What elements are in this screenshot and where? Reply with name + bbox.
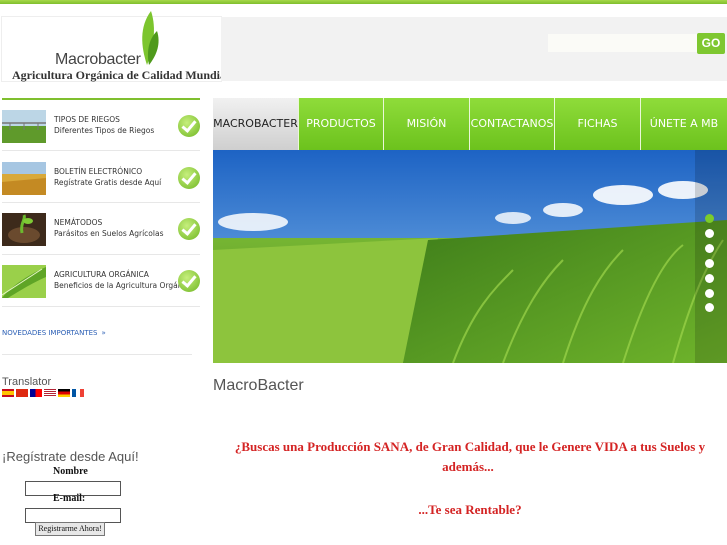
france-flag-icon[interactable] <box>72 389 84 397</box>
email-label: E-mail: <box>53 493 86 504</box>
sidebar-item-title: AGRICULTURA ORGÁNICA <box>54 270 149 279</box>
sidebar-item-agricultura[interactable]: AGRICULTURA ORGÁNICA Beneficios de la Ag… <box>2 256 202 302</box>
register-button[interactable]: Registrarme Ahora! <box>35 522 105 536</box>
site-logo[interactable]: Macrobacter Agricultura Orgánica de Cali… <box>2 11 229 82</box>
nav-item-productos[interactable]: PRODUCTOS <box>299 98 384 150</box>
sidebar-item-riegos[interactable]: TIPOS DE RIEGOS Diferentes Tipos de Rieg… <box>2 101 202 147</box>
brand-tagline: Agricultura Orgánica de Calidad Mundial <box>12 68 230 82</box>
sidebar-item-title: BOLETÍN ELECTRÓNICO <box>54 167 143 176</box>
china-flag-icon[interactable] <box>16 389 28 397</box>
promo-line-2: además... <box>442 459 494 474</box>
usa-flag-icon[interactable] <box>44 389 56 397</box>
divider <box>2 306 200 307</box>
page-title: MacroBacter <box>213 377 304 394</box>
taiwan-flag-icon[interactable] <box>30 389 42 397</box>
slider-dot[interactable] <box>705 259 714 268</box>
main-nav: MACROBACTER PRODUCTOS MISIÓN CONTACTANOS… <box>213 98 727 150</box>
nav-item-unete[interactable]: ÚNETE A MB <box>641 98 727 150</box>
slider-dot[interactable] <box>705 244 714 253</box>
germany-flag-icon[interactable] <box>58 389 70 397</box>
nav-item-contactanos[interactable]: CONTACTANOS <box>470 98 555 150</box>
nav-item-macrobacter[interactable]: MACROBACTER <box>213 98 299 150</box>
slider-dot[interactable] <box>705 303 714 312</box>
spain-flag-icon[interactable] <box>2 389 14 397</box>
sidebar-item-subtitle: Regístrate Gratis desde Aquí <box>54 178 162 187</box>
irrigation-thumbnail <box>2 110 46 143</box>
divider <box>2 254 200 255</box>
sidebar-item-boletin[interactable]: BOLETÍN ELECTRÓNICO Regístrate Gratis de… <box>2 153 202 199</box>
leaf-thumbnail <box>2 265 46 298</box>
promo-line-1: ¿Buscas una Producción SANA, de Gran Cal… <box>234 439 706 454</box>
registration-title: ¡Regístrate desde Aquí! <box>2 449 139 464</box>
news-link-label[interactable]: NOVEDADES IMPORTANTES <box>2 329 97 337</box>
check-icon[interactable] <box>178 270 200 292</box>
name-label: Nombre <box>53 466 88 477</box>
sidebar-item-subtitle: Diferentes Tipos de Riegos <box>54 126 155 135</box>
news-link[interactable]: NOVEDADES IMPORTANTES » <box>2 329 106 337</box>
soil-hands-thumbnail <box>2 213 46 246</box>
nav-item-mision[interactable]: MISIÓN <box>384 98 470 150</box>
translator-label: Translator <box>2 376 52 388</box>
double-arrow-right-icon: » <box>101 329 106 337</box>
hero-banner-image <box>213 150 727 363</box>
search-input[interactable] <box>548 34 702 52</box>
language-flags <box>2 389 86 398</box>
sidebar-item-subtitle: Parásitos en Suelos Agrícolas <box>54 229 164 238</box>
top-accent-line <box>0 0 727 4</box>
sidebar-item-subtitle: Beneficios de la Agricultura Orgánica <box>54 281 194 290</box>
brand-name: Macrobacter <box>55 51 141 68</box>
sidebar-item-title: NEMÁTODOS <box>54 218 103 227</box>
promo-line-3: ...Te sea Rentable? <box>418 502 522 517</box>
slider-dot[interactable] <box>705 229 714 238</box>
divider <box>2 202 200 203</box>
sidebar-item-nematodos[interactable]: NEMÁTODOS Parásitos en Suelos Agrícolas <box>2 204 202 250</box>
sidebar-item-title: TIPOS DE RIEGOS <box>54 115 120 124</box>
sidebar-top-line <box>2 98 200 100</box>
slider-pagination <box>695 150 727 363</box>
slider-dot[interactable] <box>705 289 714 298</box>
slider-dot[interactable] <box>705 214 714 223</box>
divider <box>2 150 200 151</box>
wheat-thumbnail <box>2 162 46 195</box>
email-field[interactable] <box>25 508 121 523</box>
nav-item-fichas[interactable]: FICHAS <box>555 98 641 150</box>
check-icon[interactable] <box>178 115 200 137</box>
check-icon[interactable] <box>178 218 200 240</box>
go-button[interactable]: GO <box>697 33 725 54</box>
divider <box>2 354 192 355</box>
slider-dot[interactable] <box>705 274 714 283</box>
check-icon[interactable] <box>178 167 200 189</box>
